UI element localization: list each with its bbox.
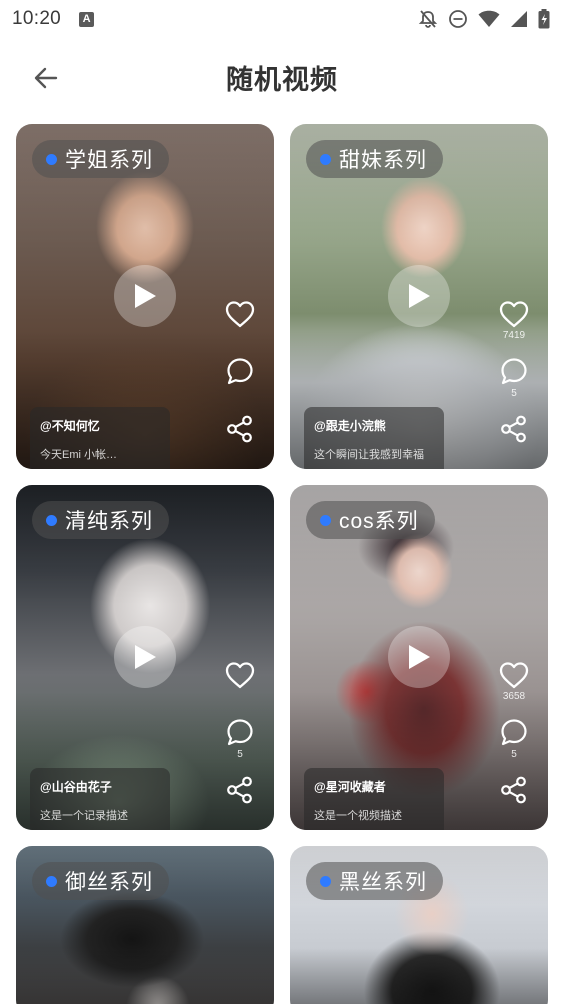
comment-icon: [501, 358, 527, 385]
like-count: 7419: [502, 330, 526, 341]
tag-dot-icon: [46, 153, 57, 165]
like-count: 3658: [502, 691, 526, 702]
status-time: 10:20: [12, 8, 62, 29]
share-button[interactable]: [499, 775, 529, 805]
side-actions: 5: [220, 661, 260, 805]
category-tag: 清纯系列: [32, 501, 169, 539]
comment-icon: [501, 719, 527, 746]
back-button[interactable]: [28, 60, 64, 96]
comment-count: 5: [511, 388, 517, 399]
category-tag: cos系列: [306, 501, 435, 539]
author-name[interactable]: @星河收藏者: [314, 778, 434, 795]
category-label: 甜妹系列: [339, 149, 427, 172]
video-card[interactable]: 御丝系列: [16, 846, 274, 1004]
status-icons: [418, 9, 550, 29]
bell-off-icon: [418, 9, 438, 29]
comment-button[interactable]: [225, 356, 255, 400]
play-icon: [409, 645, 430, 669]
battery-charging-icon: [538, 9, 550, 29]
heart-icon: [225, 662, 255, 689]
comment-button[interactable]: 5: [499, 717, 529, 761]
author-info: @不知何忆 今天Emi 小帐…: [30, 407, 170, 469]
category-label: 清纯系列: [65, 510, 153, 533]
like-button[interactable]: [224, 300, 256, 342]
play-icon: [135, 284, 156, 308]
author-name[interactable]: @跟走小浣熊: [314, 417, 434, 434]
like-button[interactable]: 3658: [498, 661, 530, 703]
video-description: 这是一个记录描述: [40, 810, 128, 822]
category-label: 黑丝系列: [339, 871, 427, 894]
video-card[interactable]: 学姐系列 @不知何忆 今天Emi 小帐…: [16, 124, 274, 469]
category-tag: 学姐系列: [32, 140, 169, 178]
video-card[interactable]: 清纯系列 5 @山谷由花子 这是一个记录描述: [16, 485, 274, 830]
category-tag: 甜妹系列: [306, 140, 443, 178]
play-icon: [135, 645, 156, 669]
category-tag: 御丝系列: [32, 862, 169, 900]
tag-dot-icon: [320, 153, 331, 165]
side-actions: [220, 300, 260, 444]
author-name[interactable]: @不知何忆: [40, 417, 160, 434]
author-info: @跟走小浣熊 这个瞬间让我感到幸福: [304, 407, 444, 469]
share-button[interactable]: [225, 414, 255, 444]
share-icon: [501, 415, 526, 443]
category-tag: 黑丝系列: [306, 862, 443, 900]
page-title: 随机视频: [226, 64, 338, 95]
share-icon: [227, 415, 252, 443]
author-info: @星河收藏者 这是一个视频描述: [304, 768, 444, 830]
tag-dot-icon: [46, 514, 57, 526]
arrow-left-icon: [34, 67, 58, 89]
do-not-disturb-icon: [448, 9, 468, 29]
share-button[interactable]: [225, 775, 255, 805]
video-card[interactable]: 黑丝系列: [290, 846, 548, 1004]
play-button[interactable]: [388, 626, 450, 688]
cellular-signal-icon: [510, 10, 528, 28]
author-info: @山谷由花子 这是一个记录描述: [30, 768, 170, 830]
comment-icon: [227, 719, 253, 746]
category-label: cos系列: [339, 510, 419, 533]
play-button[interactable]: [388, 265, 450, 327]
category-label: 学姐系列: [65, 149, 153, 172]
heart-icon: [225, 301, 255, 328]
comment-button[interactable]: 5: [225, 717, 255, 761]
play-button[interactable]: [114, 626, 176, 688]
tag-dot-icon: [320, 514, 331, 526]
wifi-icon: [478, 10, 500, 28]
heart-icon: [499, 301, 529, 328]
video-description: 这是一个视频描述: [314, 810, 402, 822]
share-icon: [227, 776, 252, 804]
video-card[interactable]: cos系列 3658 5 @星河收藏者 这是一个视频描述: [290, 485, 548, 830]
play-button[interactable]: [114, 265, 176, 327]
comment-count: 5: [237, 749, 243, 760]
tag-dot-icon: [46, 875, 57, 887]
video-grid: 学姐系列 @不知何忆 今天Emi 小帐… 甜妹系列 7419 5 @跟走小浣熊 …: [16, 124, 548, 1004]
play-icon: [409, 284, 430, 308]
video-description: 这个瞬间让我感到幸福: [314, 449, 424, 461]
app-header: 随机视频: [0, 44, 564, 110]
like-button[interactable]: [224, 661, 256, 703]
author-name[interactable]: @山谷由花子: [40, 778, 160, 795]
side-actions: 3658 5: [494, 661, 534, 805]
like-button[interactable]: 7419: [498, 300, 530, 342]
share-button[interactable]: [499, 414, 529, 444]
notification-badge-icon: A: [79, 11, 95, 27]
share-icon: [501, 776, 526, 804]
comment-count: 5: [511, 749, 517, 760]
tag-dot-icon: [320, 875, 331, 887]
side-actions: 7419 5: [494, 300, 534, 444]
video-description: 今天Emi 小帐…: [40, 449, 117, 461]
comment-button[interactable]: 5: [499, 356, 529, 400]
comment-icon: [227, 358, 253, 385]
status-bar: 10:20 A: [0, 0, 564, 38]
category-label: 御丝系列: [65, 871, 153, 894]
video-card[interactable]: 甜妹系列 7419 5 @跟走小浣熊 这个瞬间让我感到幸福: [290, 124, 548, 469]
heart-icon: [499, 662, 529, 689]
